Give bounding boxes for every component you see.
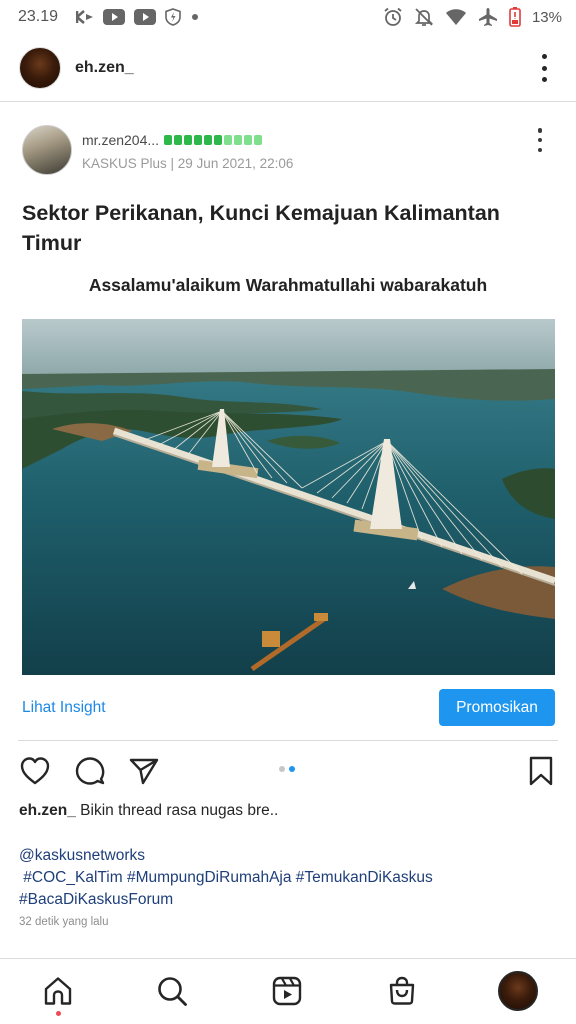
reputation-segment	[164, 135, 172, 145]
reputation-bar	[164, 135, 262, 145]
youtube-icon	[134, 9, 156, 25]
post-title: Sektor Perikanan, Kunci Kemajuan Kaliman…	[22, 201, 500, 255]
reels-icon[interactable]	[267, 971, 307, 1011]
hashtag-line[interactable]: #BacaDiKaskusForum	[19, 889, 559, 911]
post-author-row: mr.zen204... KASKUS Plus | 29 Jun 2021, …	[0, 118, 576, 188]
shield-icon	[165, 8, 181, 26]
alarm-icon	[383, 7, 403, 27]
reputation-segment	[254, 135, 262, 145]
post-timestamp: 32 detik yang lalu	[19, 916, 109, 928]
post-author-avatar[interactable]	[22, 125, 72, 175]
reputation-segment	[204, 135, 212, 145]
reputation-segment	[234, 135, 242, 145]
like-icon[interactable]	[18, 754, 52, 788]
caption-hashtags: @kaskusnetworks #COC_KalTim #MumpungDiRu…	[19, 845, 559, 911]
wifi-icon	[445, 8, 467, 26]
share-icon[interactable]	[127, 754, 161, 788]
dot-icon	[190, 12, 200, 22]
promote-button[interactable]: Promosikan	[439, 689, 555, 726]
profile-username[interactable]: eh.zen_	[75, 59, 134, 77]
post-image[interactable]	[22, 319, 555, 675]
caption-text: Bikin thread rasa nugas bre..	[80, 802, 279, 819]
view-insights-link[interactable]: Lihat Insight	[22, 699, 106, 717]
status-time: 23.19	[18, 8, 59, 25]
notification-dot	[56, 1011, 61, 1016]
post-caption: eh.zen_ Bikin thread rasa nugas bre..	[19, 802, 278, 820]
caption-username[interactable]: eh.zen_	[19, 802, 76, 819]
battery-percent: 13%	[531, 8, 562, 26]
post-action-row	[0, 752, 576, 790]
divider	[18, 740, 558, 741]
comment-icon[interactable]	[73, 754, 107, 788]
more-options-icon[interactable]	[534, 54, 554, 82]
search-icon[interactable]	[152, 971, 192, 1011]
youtube-icon	[103, 9, 125, 25]
avatar[interactable]	[19, 47, 61, 89]
save-icon[interactable]	[524, 754, 558, 788]
bell-off-icon	[414, 7, 434, 27]
profile-header: eh.zen_	[0, 34, 576, 102]
reputation-segment	[194, 135, 202, 145]
post-greeting: Assalamu'alaikum Warahmatullahi wabaraka…	[88, 275, 488, 295]
kinemaster-icon	[76, 10, 94, 24]
reputation-segment	[214, 135, 222, 145]
battery-low-icon	[509, 7, 521, 27]
shop-icon[interactable]	[382, 971, 422, 1011]
status-bar: 23.19 13%	[0, 0, 576, 34]
home-icon[interactable]	[38, 971, 78, 1011]
carousel-indicator	[279, 766, 295, 772]
bottom-nav	[0, 958, 576, 1024]
carousel-dot	[279, 766, 285, 772]
reputation-segment	[244, 135, 252, 145]
reputation-segment	[224, 135, 232, 145]
status-left-icons	[76, 6, 200, 28]
post-author-name[interactable]: mr.zen204...	[82, 132, 159, 148]
status-right-icons: 13%	[383, 6, 562, 28]
reputation-segment	[184, 135, 192, 145]
hashtag-line[interactable]: #COC_KalTim #MumpungDiRumahAja #TemukanD…	[19, 867, 559, 889]
post-meta: KASKUS Plus | 29 Jun 2021, 22:06	[82, 156, 294, 171]
carousel-dot	[289, 766, 295, 772]
hashtag-line[interactable]: @kaskusnetworks	[19, 845, 559, 867]
post-options-icon[interactable]	[534, 128, 546, 152]
airplane-icon	[478, 7, 498, 27]
reputation-segment	[174, 135, 182, 145]
profile-avatar[interactable]	[498, 971, 538, 1011]
